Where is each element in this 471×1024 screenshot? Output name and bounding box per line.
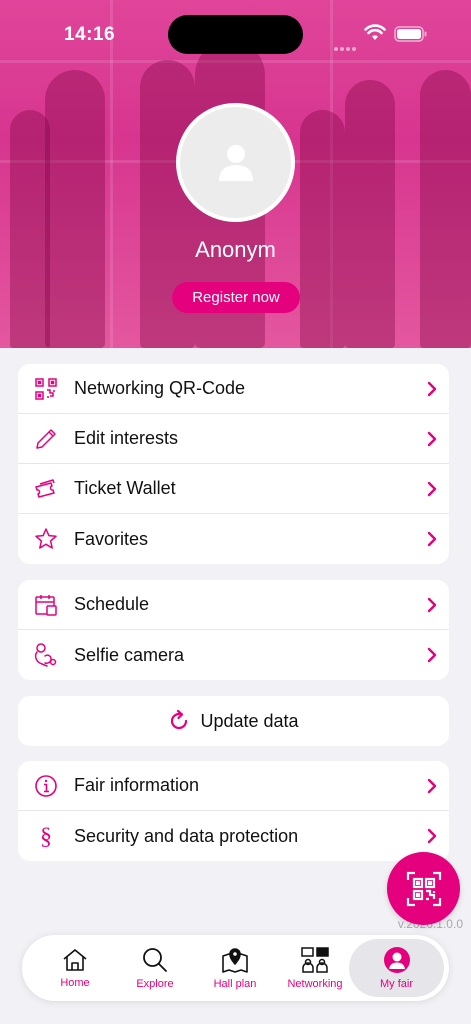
- info-icon: [35, 774, 57, 797]
- status-bar: 14:16: [0, 0, 471, 70]
- menu-item-fair-information[interactable]: Fair information: [18, 761, 449, 811]
- menu-item-label: Selfie camera: [74, 644, 185, 665]
- chevron-right-icon: [427, 381, 437, 396]
- menu-card-info: Fair information § Security and data pro…: [18, 761, 449, 861]
- chevron-right-icon: [427, 597, 437, 612]
- menu-card-profile: Networking QR-Code Edit interests Ticket…: [18, 364, 449, 564]
- menu-item-label: Ticket Wallet: [74, 478, 176, 498]
- star-icon: [35, 528, 57, 549]
- menu-item-selfie-camera[interactable]: Selfie camera: [18, 630, 449, 680]
- qr-scan-button[interactable]: [387, 852, 460, 925]
- qr-scan-icon: [406, 871, 441, 906]
- register-button[interactable]: Register now: [172, 282, 300, 313]
- calendar-icon: [35, 594, 57, 616]
- networking-icon: [301, 947, 329, 973]
- menu-item-favorites[interactable]: Favorites: [18, 514, 449, 564]
- home-icon: [63, 949, 87, 971]
- menu-item-label: Networking QR-Code: [74, 378, 246, 398]
- tab-my-fair[interactable]: My fair: [349, 939, 444, 997]
- menu-card-tools: Schedule Selfie camera: [18, 580, 449, 680]
- tab-label: Home: [60, 977, 90, 989]
- background-silhouette: [345, 80, 395, 348]
- menu-item-label: Schedule: [74, 594, 150, 614]
- background-silhouette: [420, 70, 471, 348]
- update-data-button[interactable]: Update data: [18, 696, 449, 746]
- menu-item-networking-qr[interactable]: Networking QR-Code: [18, 364, 449, 414]
- chevron-right-icon: [427, 778, 437, 793]
- tab-explore[interactable]: Explore: [114, 935, 196, 1001]
- chevron-right-icon: [427, 531, 437, 547]
- menu-item-ticket-wallet[interactable]: Ticket Wallet: [18, 464, 449, 514]
- wifi-icon: [364, 24, 386, 40]
- chevron-right-icon: [427, 647, 437, 663]
- menu-item-label: Edit interests: [74, 428, 179, 448]
- tab-label: Explore: [136, 978, 174, 990]
- tab-label: Hall plan: [213, 978, 257, 990]
- user-placeholder-icon: [218, 144, 253, 181]
- tab-label: My fair: [380, 978, 413, 990]
- avatar[interactable]: [176, 103, 295, 222]
- menu-item-label: Fair information: [74, 775, 200, 795]
- map-icon: [222, 948, 248, 973]
- selfie-icon: [34, 643, 57, 667]
- profile-name: Anonym: [195, 237, 276, 262]
- update-data-label: Update data: [200, 710, 299, 731]
- update-data-card[interactable]: Update data: [18, 696, 449, 746]
- profile-header: 14:16 Anonym Register now: [0, 0, 471, 348]
- menu-item-label: Favorites: [74, 528, 149, 549]
- menu-item-security[interactable]: § Security and data protection: [18, 811, 449, 861]
- section-icon: §: [40, 824, 52, 849]
- pencil-icon: [36, 428, 56, 449]
- tab-hall-plan[interactable]: Hall plan: [194, 935, 276, 1001]
- background-silhouette: [45, 70, 105, 348]
- status-time: 14:16: [64, 24, 116, 45]
- battery-icon: [394, 26, 427, 42]
- chevron-right-icon: [427, 828, 437, 844]
- signal-icon: [334, 38, 358, 56]
- background-silhouette: [10, 110, 50, 348]
- menu-item-label: Security and data protection: [74, 825, 299, 846]
- menu-item-schedule[interactable]: Schedule: [18, 580, 449, 630]
- refresh-icon: [171, 710, 188, 730]
- menu-item-edit-interests[interactable]: Edit interests: [18, 414, 449, 464]
- ticket-icon: [35, 478, 55, 498]
- tab-home[interactable]: Home: [34, 935, 116, 1001]
- background-silhouette: [300, 110, 345, 348]
- chevron-right-icon: [427, 481, 437, 496]
- tab-bar: Home Explore Hall plan Networking My fai…: [22, 935, 449, 1001]
- profile-icon: [383, 947, 410, 973]
- qr-code-icon: [35, 377, 57, 400]
- chevron-right-icon: [427, 431, 437, 446]
- svg-text:§: §: [40, 824, 52, 849]
- dynamic-island: [168, 15, 303, 54]
- search-icon: [143, 948, 167, 972]
- tab-label: Networking: [287, 978, 343, 990]
- tab-networking[interactable]: Networking: [274, 935, 356, 1001]
